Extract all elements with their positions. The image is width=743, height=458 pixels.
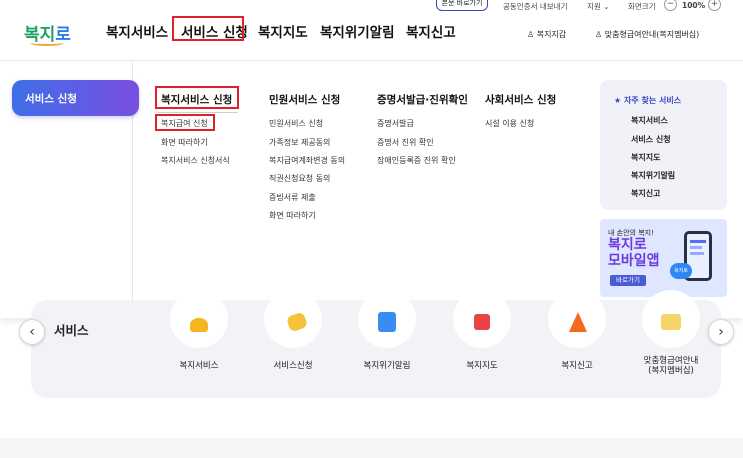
logo-swoosh-icon: [30, 40, 64, 46]
menu-item-facility-use[interactable]: 시설 이용 신청: [485, 118, 534, 129]
footer-band: [0, 438, 743, 458]
favorites-title: ★ 자주 찾는 서비스: [614, 96, 682, 105]
service-label[interactable]: 서비스신청: [253, 361, 333, 371]
banner-go-button[interactable]: 바로가기: [610, 275, 646, 286]
membership-link[interactable]: ♙ 맞춤형급여안내(복지멤버십): [595, 29, 699, 40]
menu-item-ex-officio[interactable]: 직권신청요청 동의: [269, 173, 330, 184]
service-icon-membership[interactable]: [642, 290, 700, 348]
cert-export-link[interactable]: 공동인증서 내보내기: [503, 1, 567, 12]
service-label[interactable]: 복지서비스: [159, 361, 239, 371]
app-mascot-icon: 복지로: [670, 263, 692, 279]
service-icon-apply[interactable]: [264, 290, 322, 348]
wallet-link[interactable]: ♙ 복지지갑: [527, 29, 566, 40]
menu-item-submit-docs[interactable]: 증빙서류 제출: [269, 192, 316, 203]
menu-item-apply-forms[interactable]: 복지서비스 신청서식: [161, 155, 230, 166]
gnb-crisis-alert[interactable]: 복지위기알림: [320, 21, 395, 41]
side-tab-service-apply[interactable]: 서비스 신청: [12, 80, 139, 116]
gnb-highlight-box: [172, 16, 244, 41]
column-title-social-services[interactable]: 사회서비스 신청: [485, 92, 556, 107]
zoom-level: 100%: [682, 1, 706, 10]
menu-item-civil-apply[interactable]: 민원서비스 신청: [269, 118, 323, 129]
service-label[interactable]: 복지위기알림: [347, 361, 427, 371]
gnb-welfare-map[interactable]: 복지지도: [258, 21, 308, 41]
skip-to-content-link[interactable]: 본문 바로가기: [436, 0, 488, 11]
mobile-app-banner[interactable]: 내 손안의 복지! 복지로 모바일앱 바로가기 복지로: [600, 219, 727, 297]
user-plus-icon: ♙: [595, 30, 603, 39]
service-label[interactable]: 복지신고: [537, 361, 617, 371]
banner-title: 복지로 모바일앱: [608, 237, 660, 269]
menu-item-issue-cert[interactable]: 증명서발급: [377, 118, 414, 129]
menu-item-verify-cert[interactable]: 증명서 진위 확인: [377, 137, 434, 148]
carousel-next-button[interactable]: ›: [708, 319, 734, 345]
star-icon: ★: [614, 96, 622, 105]
carousel-prev-button[interactable]: ‹: [19, 319, 45, 345]
zoom-out-button[interactable]: −: [664, 0, 677, 11]
column-title-certificates[interactable]: 증명서발급·진위확인: [377, 92, 468, 107]
favorite-item[interactable]: 서비스 신청: [631, 134, 671, 145]
favorite-item[interactable]: 복지서비스: [631, 115, 668, 126]
menu-item-follow-guide-2[interactable]: 화면 따라하기: [269, 210, 316, 221]
menu-item-benefit-apply[interactable]: 복지급여 신청: [161, 118, 208, 129]
column-title-civil-apply[interactable]: 민원서비스 신청: [269, 92, 340, 107]
utility-bar: 본문 바로가기 공동인증서 내보내기 지원 ⌄ 화면크기 − 100% +: [0, 0, 743, 12]
services-title: 서비스: [54, 323, 89, 338]
menu-item-family-consent[interactable]: 가족정보 제공동의: [269, 137, 330, 148]
column-title-welfare-apply[interactable]: 복지서비스 신청: [161, 92, 232, 107]
favorite-item[interactable]: 복지지도: [631, 152, 660, 163]
menu-item-follow-guide[interactable]: 화면 따라하기: [161, 137, 208, 148]
menu-item-account-change[interactable]: 복지급여계좌변경 동의: [269, 155, 345, 166]
favorite-item[interactable]: 복지위기알림: [631, 170, 675, 181]
service-icon-crisis[interactable]: [358, 290, 416, 348]
service-icon-report[interactable]: [548, 290, 606, 348]
gnb-welfare-services[interactable]: 복지서비스: [106, 21, 168, 41]
service-label-membership[interactable]: 맞춤형급여안내 (복지멤버십): [631, 356, 711, 376]
gnb-welfare-report[interactable]: 복지신고: [406, 21, 456, 41]
service-icon-map[interactable]: [453, 290, 511, 348]
column-underline: [158, 112, 238, 113]
favorite-item[interactable]: 복지신고: [631, 188, 660, 199]
service-label[interactable]: 복지지도: [442, 361, 522, 371]
user-icon: ♙: [527, 30, 535, 39]
zoom-in-button[interactable]: +: [708, 0, 721, 11]
service-icon-welfare[interactable]: [170, 290, 228, 348]
menu-item-verify-disability[interactable]: 장애인등록증 진위 확인: [377, 155, 456, 166]
font-size-label: 화면크기: [628, 2, 656, 11]
support-menu[interactable]: 지원 ⌄: [587, 1, 609, 12]
